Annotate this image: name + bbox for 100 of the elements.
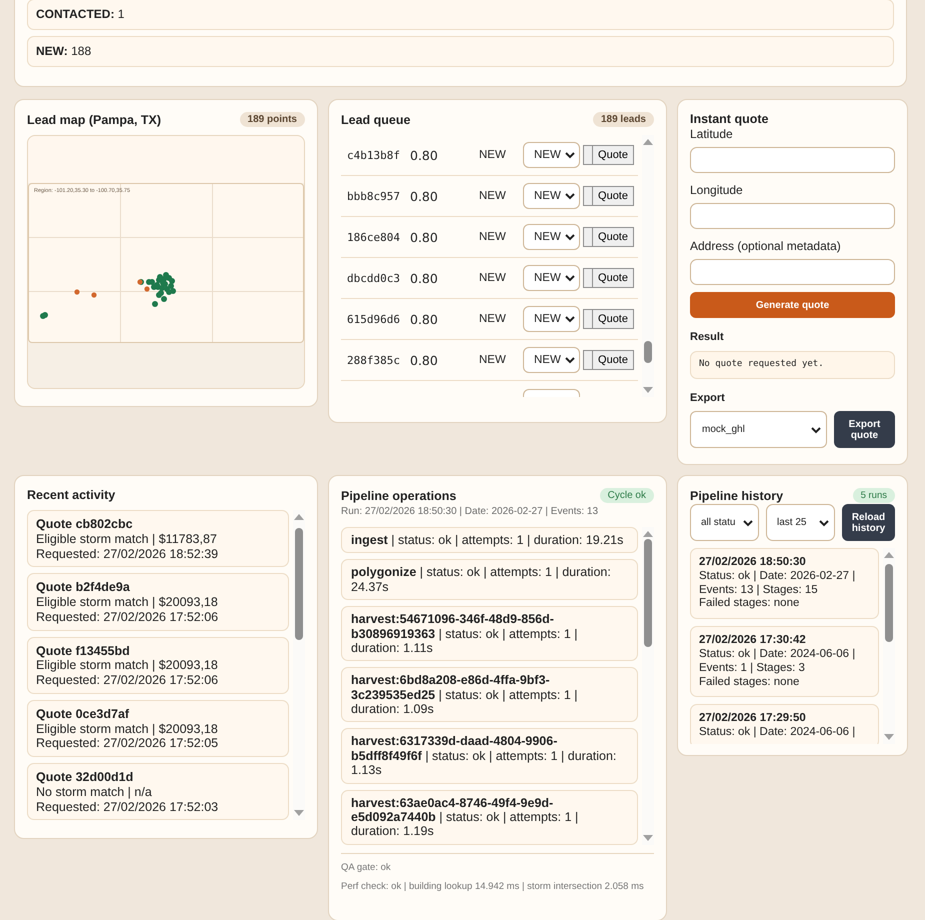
status-select[interactable]: NEW	[523, 306, 580, 332]
card-title: Pipeline operations	[341, 488, 456, 502]
match-text: Eligible storm match | $20093,18	[36, 658, 219, 673]
input-field[interactable]	[690, 203, 895, 229]
match-text: Eligible storm match | $20093,18	[36, 722, 219, 736]
history-entry[interactable]: 27/02/2026 18:50:30 Status: ok | Date: 2026-02-27 | Events: 13 | Stages: 15 Failed stages: none	[690, 548, 879, 620]
history-entry[interactable]: 27/02/2026 17:29:50 Status: ok | Date: 2024-06-06 |	[690, 704, 879, 744]
match-text: No storm match | n/a	[36, 784, 153, 800]
status-select[interactable]: NEW	[523, 347, 580, 373]
quote-title: Quote 0ce3d7af	[36, 706, 130, 722]
requested-time: Requested: 27/02/2026 17:52:06	[36, 610, 220, 624]
field-label: Latitude	[690, 127, 734, 141]
status-filter-select[interactable]: all statu	[690, 504, 759, 541]
limit-select[interactable]: last 25	[766, 504, 835, 541]
caret-icon	[565, 151, 575, 159]
export-select[interactable]: mock_ghl	[690, 411, 827, 448]
activity-item[interactable]: Quote cb802cbc Eligible storm match | $11783,87 Requested: 27/02/2026 18:52:39	[27, 510, 289, 568]
lead-status: NEW	[479, 272, 507, 284]
caret-icon	[565, 315, 575, 323]
match-text: Eligible storm match | $11783,87	[36, 532, 218, 546]
requested-time: Requested: 27/02/2026 17:52:03	[36, 800, 220, 814]
card-title: Instant quote	[690, 112, 770, 126]
status-count: NEW: 188	[36, 44, 92, 58]
caret-icon	[743, 518, 753, 526]
count-badge: 189 points	[240, 112, 305, 127]
run-summary: Status: ok | Date: 2024-06-06 | Events: 1 | Stages: 3	[699, 648, 856, 676]
result-label: Result	[690, 331, 725, 343]
quote-button[interactable]: Quote	[583, 350, 634, 370]
lead-id: 186ce804	[346, 230, 401, 244]
run-summary: Status: ok | Date: 2026-02-27 | Events: 13 | Stages: 15	[699, 570, 856, 598]
run-time: 27/02/2026 18:50:30	[699, 556, 807, 570]
caret-icon	[819, 518, 829, 526]
lead-id: 288f385c	[346, 354, 401, 366]
export-label: Export	[690, 392, 726, 404]
quote-button[interactable]: Quote	[583, 186, 634, 206]
card-title: Lead map (Pampa, TX)	[27, 112, 162, 126]
scrollbar[interactable]	[642, 527, 654, 845]
export-quote-button[interactable]: Export quote	[834, 411, 895, 448]
run-time: 27/02/2026 17:30:42	[699, 634, 807, 648]
lead-status: NEW	[479, 149, 507, 161]
scrollbar[interactable]	[883, 548, 895, 744]
run-time: 27/02/2026 17:29:50	[699, 712, 807, 726]
status-select[interactable]: NEW	[523, 142, 580, 168]
run-summary: Status: ok | Date: 2024-06-06 |	[699, 726, 856, 740]
card-title: Lead queue	[341, 112, 410, 126]
status-select[interactable]: NEW	[523, 224, 580, 250]
caret-icon	[565, 274, 575, 282]
activity-item[interactable]: Quote b2f4de9a Eligible storm match | $20093,18 Requested: 27/02/2026 17:52:06	[27, 573, 289, 630]
activity-item[interactable]: Quote f13455bd Eligible storm match | $20093,18 Requested: 27/02/2026 17:52:06	[27, 636, 289, 694]
status-select[interactable]: NEW	[523, 265, 580, 291]
requested-time: Requested: 27/02/2026 18:52:39	[36, 546, 220, 562]
activity-item[interactable]: Quote 32d00d1d No storm match | n/a Requested: 27/02/2026 17:52:03	[27, 763, 289, 820]
activity-item[interactable]: Quote 0ce3d7af Eligible storm match | $20093,18 Requested: 27/02/2026 17:52:05	[27, 700, 289, 757]
lead-status: NEW	[479, 190, 507, 202]
card-title: Pipeline history	[690, 488, 784, 502]
run-meta: Run: 27/02/2026 18:50:30 | Date: 2026-02-27 | Events: 13	[341, 506, 600, 517]
quote-title: Quote b2f4de9a	[36, 580, 131, 595]
stage-entry: harvest:6bd8a208-e86d-4ffa-9bf3-3c239535ed25 | status: ok | attempts: 1 | duration: 1.09s	[341, 667, 638, 722]
quote-button[interactable]: Quote	[583, 227, 634, 247]
perf-check-text: Perf check: ok | building lookup 14.942 ms | storm intersection 2.058 ms	[341, 880, 645, 893]
history-entry[interactable]: 27/02/2026 17:30:42 Status: ok | Date: 2024-06-06 | Events: 1 | Stages: 3 Failed stages: none	[690, 626, 879, 698]
stage-entry: ingest | status: ok | attempts: 1 | duration: 19.21s	[341, 527, 638, 554]
input-field[interactable]	[690, 259, 895, 285]
quote-title: Quote f13455bd	[36, 644, 131, 658]
status-select[interactable]: NEW	[523, 183, 580, 209]
card-title: Recent activity	[27, 488, 116, 502]
lead-status: NEW	[479, 231, 507, 243]
stage-entry: harvest:6317339d-daad-4804-9906-b5dff8f49f6f | status: ok | attempts: 1 | duration: 1.13s	[341, 728, 638, 784]
status-badge: Cycle ok	[600, 488, 654, 503]
lead-id: 615d96d6	[346, 312, 401, 326]
field-label: Address (optional metadata)	[690, 239, 842, 253]
stage-entry: harvest:63ae0ac4-8746-49f4-9e9d-e5d092a7440b | status: ok | attempts: 1 | duration: 1.19s	[341, 790, 638, 845]
scrollbar[interactable]	[642, 135, 654, 397]
quote-button[interactable]: Quote	[583, 145, 634, 165]
caret-icon	[565, 356, 575, 364]
failed-stages: Failed stages: none	[699, 676, 800, 690]
lead-id: dbcdd0c3	[346, 272, 401, 284]
scrollbar[interactable]	[293, 510, 305, 820]
lead-status: NEW	[479, 313, 507, 325]
caret-icon	[811, 426, 821, 434]
caret-icon	[565, 192, 575, 200]
caret-icon	[565, 233, 575, 241]
count-badge: 5 runs	[852, 488, 895, 503]
lead-score: 0.80	[410, 230, 439, 244]
quote-title: Quote cb802cbc	[36, 517, 134, 532]
requested-time: Requested: 27/02/2026 17:52:05	[36, 736, 220, 751]
generate-quote-button[interactable]: Generate quote	[690, 292, 895, 318]
lead-score: 0.80	[410, 352, 439, 368]
lead-status: NEW	[479, 354, 507, 366]
failed-stages: Failed stages: none	[699, 597, 800, 612]
quote-button[interactable]: Quote	[583, 268, 634, 288]
stage-entry: polygonize | status: ok | attempts: 1 | duration: 24.37s	[341, 559, 638, 600]
count-badge: 189 leads	[592, 112, 654, 127]
lead-id: bbb8c957	[346, 190, 401, 202]
status-count: CONTACTED: 1	[36, 7, 124, 21]
lead-score: 0.80	[410, 270, 439, 286]
quote-button[interactable]: Quote	[583, 309, 634, 329]
reload-history-button[interactable]: Reload history	[842, 504, 895, 541]
requested-time: Requested: 27/02/2026 17:52:06	[36, 673, 220, 688]
input-field[interactable]	[690, 147, 895, 173]
